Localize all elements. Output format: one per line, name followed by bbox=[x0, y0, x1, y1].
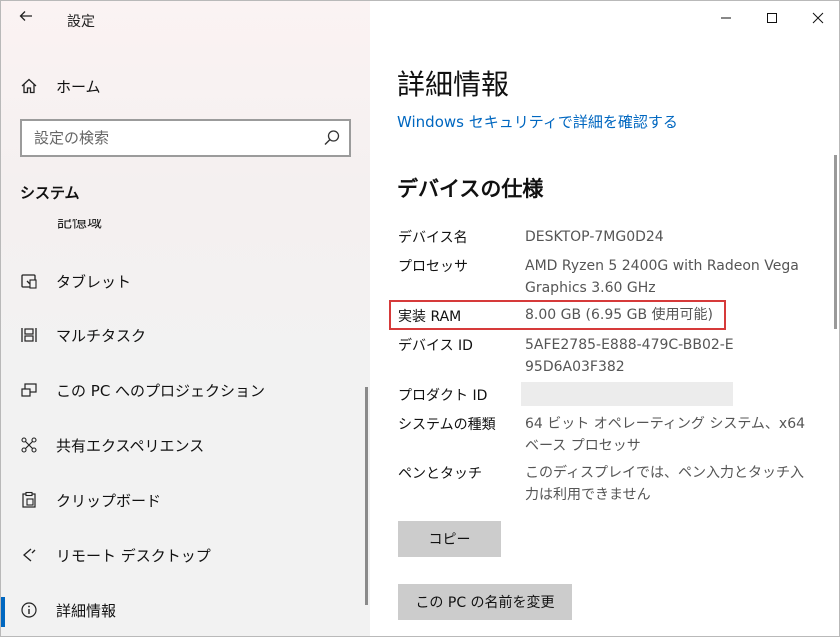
back-button[interactable] bbox=[15, 7, 37, 29]
product-id-redacted bbox=[521, 382, 733, 406]
content-scrollbar[interactable] bbox=[834, 155, 837, 329]
sidebar-item-tablet[interactable]: タブレット bbox=[1, 261, 370, 301]
multitask-icon bbox=[19, 325, 39, 345]
minimize-icon bbox=[721, 17, 731, 19]
page-title: 詳細情報 bbox=[397, 68, 510, 101]
tablet-icon bbox=[19, 271, 39, 291]
sidebar: 設定 ホーム システム 記憶域 タブレット マ bbox=[1, 1, 370, 636]
sidebar-item-label: リモート デスクトップ bbox=[56, 546, 211, 565]
sidebar-item-label: マルチタスク bbox=[56, 326, 147, 345]
spec-value-processor: AMD Ryzen 5 2400G with Radeon Vega Graph… bbox=[525, 258, 799, 296]
search-icon[interactable] bbox=[323, 129, 341, 147]
sidebar-item-remote-desktop[interactable]: リモート デスクトップ bbox=[1, 535, 370, 575]
projection-icon bbox=[19, 380, 39, 400]
spec-value-system-type: 64 ビット オペレーティング システム、x64 ベース プロセッサ bbox=[525, 416, 806, 454]
clipboard-icon bbox=[19, 490, 39, 510]
sidebar-item-label: 共有エクスペリエンス bbox=[56, 436, 205, 455]
sidebar-item-clipboard[interactable]: クリップボード bbox=[1, 480, 370, 520]
remote-desktop-icon bbox=[19, 545, 39, 565]
sidebar-item-multitask[interactable]: マルチタスク bbox=[1, 315, 370, 355]
sidebar-item-label: 記憶域 bbox=[57, 219, 103, 231]
info-icon bbox=[19, 600, 39, 620]
maximize-icon bbox=[767, 13, 777, 23]
app-title: 設定 bbox=[67, 14, 95, 30]
sidebar-item-about[interactable]: 詳細情報 bbox=[1, 590, 370, 630]
sidebar-item-label: タブレット bbox=[56, 272, 132, 291]
active-indicator bbox=[1, 597, 5, 627]
rename-pc-button[interactable]: この PC の名前を変更 bbox=[398, 584, 572, 620]
sidebar-item-projection[interactable]: この PC へのプロジェクション bbox=[1, 370, 370, 410]
sidebar-item-clipped[interactable]: 記憶域 bbox=[57, 219, 117, 231]
back-arrow-icon bbox=[19, 11, 32, 21]
spec-label: デバイス ID bbox=[398, 338, 473, 354]
sidebar-scrollbar[interactable] bbox=[365, 387, 368, 605]
search-box[interactable] bbox=[20, 119, 351, 157]
maximize-button[interactable] bbox=[749, 1, 795, 35]
security-link[interactable]: Windows セキュリティで詳細を確認する bbox=[397, 111, 678, 132]
sidebar-item-label: クリップボード bbox=[56, 491, 162, 510]
minimize-button[interactable] bbox=[703, 1, 749, 35]
spec-label: ペンとタッチ bbox=[398, 466, 482, 482]
spec-value-device-id: 5AFE2785-E888-479C-BB02-E95D6A03F382 bbox=[525, 337, 734, 375]
shared-experience-icon bbox=[19, 435, 39, 455]
spec-label: プロダクト ID bbox=[398, 388, 488, 404]
spec-value-ram: 8.00 GB (6.95 GB 使用可能) bbox=[525, 307, 713, 323]
spec-label: システムの種類 bbox=[398, 417, 496, 433]
home-icon bbox=[19, 76, 39, 96]
sidebar-item-label: ホーム bbox=[56, 77, 101, 96]
section-title: システム bbox=[20, 184, 80, 202]
spec-label: デバイス名 bbox=[398, 230, 468, 246]
window-controls bbox=[703, 1, 839, 35]
copy-button[interactable]: コピー bbox=[398, 521, 501, 557]
search-input[interactable] bbox=[22, 121, 302, 155]
sidebar-item-label: 詳細情報 bbox=[56, 601, 117, 620]
spec-label: 実装 RAM bbox=[398, 309, 462, 325]
spec-value-device-name: DESKTOP-7MG0D24 bbox=[525, 229, 664, 245]
spec-label: プロセッサ bbox=[398, 259, 468, 275]
settings-window: 設定 ホーム システム 記憶域 タブレット マ bbox=[0, 0, 840, 637]
sidebar-item-label: この PC へのプロジェクション bbox=[56, 381, 266, 400]
close-button[interactable] bbox=[795, 1, 839, 35]
spec-value-pen-touch: このディスプレイでは、ペン入力とタッチ入力は利用できません bbox=[525, 465, 805, 503]
sidebar-item-shared-experience[interactable]: 共有エクスペリエンス bbox=[1, 425, 370, 465]
close-icon bbox=[812, 12, 824, 24]
spec-heading: デバイスの仕様 bbox=[397, 177, 544, 201]
sidebar-item-home[interactable]: ホーム bbox=[1, 66, 370, 106]
